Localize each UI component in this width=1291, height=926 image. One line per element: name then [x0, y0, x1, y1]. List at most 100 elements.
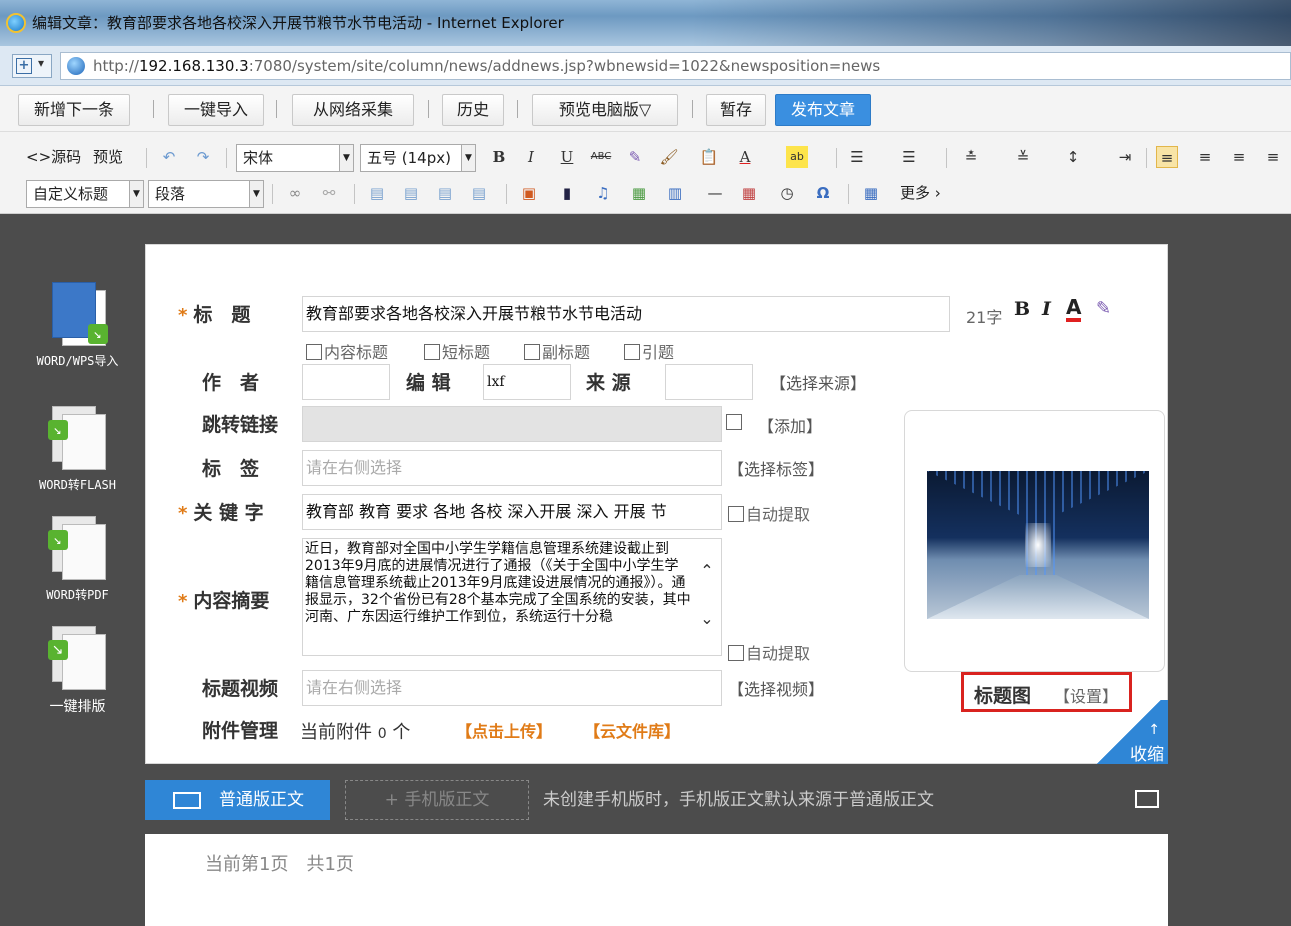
link-icon[interactable]: ∞	[284, 182, 306, 204]
title-image-box[interactable]	[904, 410, 1165, 672]
collapse-button[interactable]: ↑ 收缩	[1090, 700, 1168, 765]
insert-time-icon[interactable]: ◷	[776, 182, 798, 204]
redirect-enable[interactable]	[726, 413, 744, 432]
scroll-up-icon[interactable]: ⌃	[697, 561, 717, 581]
align-left-icon[interactable]: ≡	[1156, 146, 1178, 168]
italic-icon[interactable]: I	[520, 146, 542, 168]
image-center-icon[interactable]: ▤	[468, 182, 490, 204]
source-input[interactable]	[665, 364, 753, 400]
one-click-layout-tool[interactable]: ↘ 一键排版	[20, 624, 135, 716]
ordered-list-icon[interactable]: ☰	[846, 146, 868, 168]
checkbox[interactable]	[728, 645, 744, 661]
checkbox[interactable]	[624, 344, 640, 360]
summary-textarea[interactable]: 近日，教育部对全国中小学生学籍信息管理系统建设截止到2013年9月底的进展情况进…	[302, 538, 722, 656]
undo-icon[interactable]: ↶	[158, 146, 180, 168]
summary-auto-extract[interactable]: 自动提取	[728, 640, 810, 664]
tab-normal-body[interactable]: 普通版正文	[145, 780, 330, 820]
title-option-short[interactable]: 短标题	[424, 339, 490, 363]
body-editor[interactable]: 当前第1页 共1页	[145, 834, 1168, 926]
preview-button[interactable]: 预览	[93, 144, 123, 170]
special-char-icon[interactable]: Ω	[812, 182, 834, 204]
preview-pc-button[interactable]: 预览电脑版▽	[532, 94, 678, 126]
title-input[interactable]: 教育部要求各地各校深入开展节粮节水节电活动	[302, 296, 950, 332]
new-next-button[interactable]: 新增下一条	[18, 94, 130, 126]
keyword-auto-extract[interactable]: 自动提取	[728, 501, 810, 525]
checkbox[interactable]	[524, 344, 540, 360]
spellcheck-icon[interactable]: ✎	[624, 146, 646, 168]
indent-icon[interactable]: ⇥	[1114, 146, 1136, 168]
paragraph-select[interactable]: 段落 ▼	[148, 180, 264, 208]
redirect-input[interactable]	[302, 406, 722, 442]
more-button[interactable]: 更多 ›	[900, 180, 941, 206]
insert-table-icon[interactable]: ▦	[860, 182, 882, 204]
tag-input[interactable]: 请在右侧选择	[302, 450, 722, 486]
side-tool-label: WORD/WPS导入	[36, 354, 119, 368]
paragraph-spacing-bottom-icon[interactable]: ≚	[1012, 146, 1034, 168]
upload-link[interactable]: 【点击上传】	[456, 718, 552, 742]
align-center-icon[interactable]: ≡	[1194, 146, 1216, 168]
title-spellcheck-icon[interactable]: ✎	[1096, 298, 1111, 319]
word-to-pdf-tool[interactable]: ↘ WORD转PDF	[20, 514, 135, 603]
underline-icon[interactable]: U	[556, 146, 578, 168]
select-tag-link[interactable]: 【选择标签】	[728, 456, 824, 480]
history-button[interactable]: 历史	[442, 94, 504, 126]
image-float-right-icon[interactable]: ▤	[400, 182, 422, 204]
add-favorite-button[interactable]: + ▾	[12, 54, 52, 78]
unordered-list-icon[interactable]: ☰	[898, 146, 920, 168]
collect-button[interactable]: 从网络采集	[292, 94, 414, 126]
checkbox[interactable]	[726, 414, 742, 430]
publish-button[interactable]: 发布文章	[775, 94, 871, 126]
title-bold-icon[interactable]: B	[1014, 298, 1030, 320]
author-input[interactable]	[302, 364, 390, 400]
checkbox[interactable]	[306, 344, 322, 360]
tab-mobile-body[interactable]: + 手机版正文	[345, 780, 529, 820]
word-to-flash-tool[interactable]: ↘ WORD转FLASH	[20, 404, 135, 493]
insert-image-icon[interactable]: ▣	[518, 182, 540, 204]
align-right-icon[interactable]: ≡	[1228, 146, 1250, 168]
title-option-content[interactable]: 内容标题	[306, 339, 388, 363]
keyword-input[interactable]: 教育部 教育 要求 各地 各校 深入开展 深入 开展 节	[302, 494, 722, 530]
import-button[interactable]: 一键导入	[168, 94, 264, 126]
insert-video-icon[interactable]: ▮	[556, 182, 578, 204]
insert-map-icon[interactable]: ▦	[628, 182, 650, 204]
desktop-preview-icon[interactable]	[1135, 790, 1159, 808]
title-italic-icon[interactable]: I	[1042, 298, 1051, 320]
paragraph-spacing-top-icon[interactable]: ≛	[960, 146, 982, 168]
editor-input[interactable]: lxf	[483, 364, 571, 400]
source-button[interactable]: <>源码	[26, 144, 81, 170]
select-video-link[interactable]: 【选择视频】	[728, 676, 824, 700]
image-float-left-icon[interactable]: ▤	[366, 182, 388, 204]
font-family-select[interactable]: 宋体 ▼	[236, 144, 354, 172]
align-justify-icon[interactable]: ≡	[1262, 146, 1284, 168]
insert-template-icon[interactable]: ▥	[664, 182, 686, 204]
highlight-icon[interactable]: ab	[786, 146, 808, 168]
custom-title-select[interactable]: 自定义标题 ▼	[26, 180, 144, 208]
insert-music-icon[interactable]: ♫	[592, 182, 614, 204]
redirect-add-link[interactable]: 【添加】	[758, 413, 822, 437]
title-color-icon[interactable]: A	[1066, 296, 1082, 322]
checkbox[interactable]	[728, 506, 744, 522]
word-import-tool[interactable]: ↘ WORD/WPS导入	[20, 280, 135, 369]
title-option-sub[interactable]: 副标题	[524, 339, 590, 363]
title-option-lead[interactable]: 引题	[624, 339, 674, 363]
desktop-icon	[173, 792, 201, 809]
image-inline-icon[interactable]: ▤	[434, 182, 456, 204]
url-input[interactable]: http://192.168.130.3:7080/system/site/co…	[60, 52, 1291, 80]
bold-icon[interactable]: B	[488, 146, 510, 168]
strikethrough-icon[interactable]: ABC	[590, 146, 612, 168]
save-draft-button[interactable]: 暂存	[706, 94, 766, 126]
video-input[interactable]: 请在右侧选择	[302, 670, 722, 706]
select-source-link[interactable]: 【选择来源】	[770, 370, 866, 394]
horizontal-rule-icon[interactable]: —	[704, 182, 726, 204]
insert-date-icon[interactable]: ▦	[738, 182, 760, 204]
cloud-library-link[interactable]: 【云文件库】	[584, 718, 680, 742]
format-painter-icon[interactable]: 🖌	[658, 146, 680, 168]
scroll-down-icon[interactable]: ⌄	[697, 609, 717, 629]
redo-icon[interactable]: ↷	[192, 146, 214, 168]
checkbox[interactable]	[424, 344, 440, 360]
font-size-select[interactable]: 五号 (14px) ▼	[360, 144, 476, 172]
paste-text-icon[interactable]: 📋	[698, 146, 720, 168]
unlink-icon[interactable]: ⚯	[318, 182, 340, 204]
font-color-icon[interactable]: A	[734, 146, 756, 168]
line-height-icon[interactable]: ↕	[1062, 146, 1084, 168]
